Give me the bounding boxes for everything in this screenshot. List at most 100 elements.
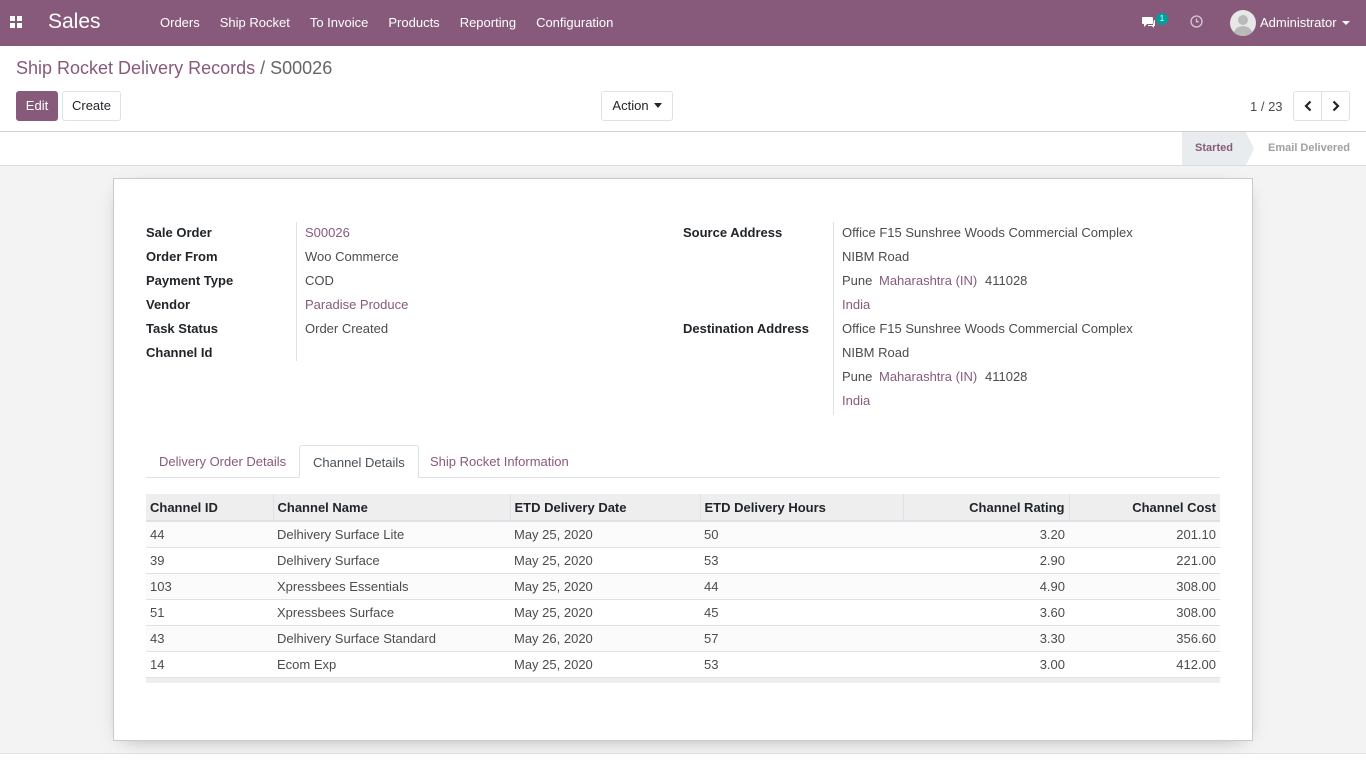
sale-order-label: Sale Order xyxy=(146,225,212,240)
pager-next-button[interactable] xyxy=(1321,91,1350,121)
vendor-label: Vendor xyxy=(146,297,191,312)
app-brand[interactable]: Sales xyxy=(48,10,101,34)
sale-order-link[interactable]: S00026 xyxy=(305,225,350,240)
cell-channel-cost: 356.60 xyxy=(1069,624,1220,651)
table-row[interactable]: 14 Ecom Exp May 25, 2020 53 3.00 412.00 xyxy=(146,650,1220,677)
payment-type-label: Payment Type xyxy=(146,273,234,288)
cell-etd-hours: 53 xyxy=(700,650,903,677)
stage-email-delivered[interactable]: Email Delivered xyxy=(1262,132,1356,165)
chevron-right-icon xyxy=(1332,100,1340,112)
breadcrumb-separator: / xyxy=(260,58,266,78)
user-name[interactable]: Administrator xyxy=(1260,15,1337,30)
top-menu: Orders Ship Rocket To Invoice Products R… xyxy=(150,0,623,46)
source-state-link[interactable]: Maharashtra (IN) xyxy=(879,273,977,288)
pager-previous-button[interactable] xyxy=(1293,91,1322,121)
column-header-channel-id[interactable]: Channel ID xyxy=(146,494,273,522)
main-navbar: Sales Orders Ship Rocket To Invoice Prod… xyxy=(0,0,1366,46)
destination-zip: 411028 xyxy=(985,369,1028,384)
cell-channel-rating: 4.90 xyxy=(903,572,1069,599)
chat-icon[interactable] xyxy=(1142,15,1156,29)
column-header-etd-delivery-date[interactable]: ETD Delivery Date xyxy=(509,494,700,522)
breadcrumb-parent[interactable]: Ship Rocket Delivery Records xyxy=(16,58,255,78)
cell-etd-hours: 44 xyxy=(700,572,903,599)
action-label: Action xyxy=(612,98,649,113)
user-avatar[interactable] xyxy=(1230,10,1256,36)
task-status-value: Order Created xyxy=(305,321,389,336)
menu-products[interactable]: Products xyxy=(378,0,449,46)
order-from-value: Woo Commerce xyxy=(305,249,399,264)
menu-orders[interactable]: Orders xyxy=(150,0,210,46)
create-button[interactable]: Create xyxy=(62,91,121,121)
table-row[interactable]: 39 Delhivery Surface May 25, 2020 53 2.9… xyxy=(146,546,1220,573)
cell-channel-name: Xpressbees Essentials xyxy=(273,572,510,599)
status-bar: Started Email Delivered xyxy=(0,131,1366,166)
stage-started[interactable]: Started xyxy=(1182,132,1254,165)
activity-clock-icon[interactable] xyxy=(1190,15,1203,28)
cell-channel-name: Delhivery Surface Standard xyxy=(273,624,510,651)
destination-country-link[interactable]: India xyxy=(842,393,870,408)
table-footer-cell xyxy=(273,676,510,683)
cell-etd-date: May 25, 2020 xyxy=(510,598,700,625)
tab-ship-rocket-information[interactable]: Ship Rocket Information xyxy=(417,445,582,478)
cell-etd-date: May 25, 2020 xyxy=(510,650,700,677)
table-row[interactable]: 43 Delhivery Surface Standard May 26, 20… xyxy=(146,624,1220,651)
tab-delivery-order-details[interactable]: Delivery Order Details xyxy=(146,445,299,478)
menu-configuration[interactable]: Configuration xyxy=(526,0,623,46)
cell-etd-hours: 50 xyxy=(700,520,903,547)
destination-street: Office F15 Sunshree Woods Commercial Com… xyxy=(842,321,1133,336)
breadcrumb: Ship Rocket Delivery Records / S00026 xyxy=(16,58,332,79)
source-city: Pune xyxy=(842,273,873,288)
breadcrumb-current: S00026 xyxy=(270,58,333,78)
cell-etd-hours: 57 xyxy=(700,624,903,651)
cell-channel-cost: 308.00 xyxy=(1069,598,1220,625)
table-row[interactable]: 103 Xpressbees Essentials May 25, 2020 4… xyxy=(146,572,1220,599)
table-footer-cell xyxy=(903,676,1069,683)
channel-details-table: Channel ID Channel Name ETD Delivery Dat… xyxy=(146,494,1220,683)
menu-reporting[interactable]: Reporting xyxy=(450,0,526,46)
source-country-link[interactable]: India xyxy=(842,297,870,312)
cell-channel-name: Delhivery Surface xyxy=(273,546,510,573)
cell-channel-id: 44 xyxy=(146,520,273,547)
column-header-channel-rating[interactable]: Channel Rating xyxy=(902,494,1069,522)
vendor-link[interactable]: Paradise Produce xyxy=(305,297,408,312)
action-dropdown-button[interactable]: Action xyxy=(601,91,673,121)
column-header-channel-cost[interactable]: Channel Cost xyxy=(1068,494,1220,522)
cell-channel-rating: 3.60 xyxy=(903,598,1069,625)
tab-channel-details[interactable]: Channel Details xyxy=(299,445,419,478)
menu-ship-rocket[interactable]: Ship Rocket xyxy=(210,0,300,46)
pager-value[interactable]: 1 / 23 xyxy=(1250,99,1283,114)
column-header-channel-name[interactable]: Channel Name xyxy=(272,494,510,522)
table-row[interactable]: 51 Xpressbees Surface May 25, 2020 45 3.… xyxy=(146,598,1220,625)
table-footer-row xyxy=(146,676,1220,683)
source-zip: 411028 xyxy=(985,273,1028,288)
cell-channel-rating: 3.20 xyxy=(903,520,1069,547)
edit-button[interactable]: Edit xyxy=(16,91,58,121)
cell-channel-rating: 2.90 xyxy=(903,546,1069,573)
cell-channel-cost: 201.10 xyxy=(1069,520,1220,547)
menu-to-invoice[interactable]: To Invoice xyxy=(300,0,379,46)
order-from-label: Order From xyxy=(146,249,218,264)
source-street2: NIBM Road xyxy=(842,249,910,264)
chevron-down-icon[interactable] xyxy=(1342,21,1350,25)
cell-channel-name: Xpressbees Surface xyxy=(273,598,510,625)
cell-channel-id: 51 xyxy=(146,598,273,625)
apps-menu-icon[interactable] xyxy=(10,16,22,28)
chevron-left-icon xyxy=(1303,100,1311,112)
destination-street2: NIBM Road xyxy=(842,345,910,360)
cell-etd-date: May 25, 2020 xyxy=(510,572,700,599)
table-footer-cell xyxy=(700,676,903,683)
cell-channel-rating: 3.00 xyxy=(903,650,1069,677)
cell-etd-hours: 53 xyxy=(700,546,903,573)
cell-etd-date: May 25, 2020 xyxy=(510,546,700,573)
caret-down-icon xyxy=(653,103,662,108)
cell-channel-cost: 221.00 xyxy=(1069,546,1220,573)
column-header-etd-delivery-hours[interactable]: ETD Delivery Hours xyxy=(699,494,903,522)
destination-state-link[interactable]: Maharashtra (IN) xyxy=(879,369,977,384)
cell-etd-date: May 26, 2020 xyxy=(510,624,700,651)
source-address-label: Source Address xyxy=(683,225,783,240)
source-street: Office F15 Sunshree Woods Commercial Com… xyxy=(842,225,1133,240)
cell-channel-name: Delhivery Surface Lite xyxy=(273,520,510,547)
table-header-row: Channel ID Channel Name ETD Delivery Dat… xyxy=(146,494,1220,522)
cell-channel-rating: 3.30 xyxy=(903,624,1069,651)
table-row[interactable]: 44 Delhivery Surface Lite May 25, 2020 5… xyxy=(146,520,1220,547)
